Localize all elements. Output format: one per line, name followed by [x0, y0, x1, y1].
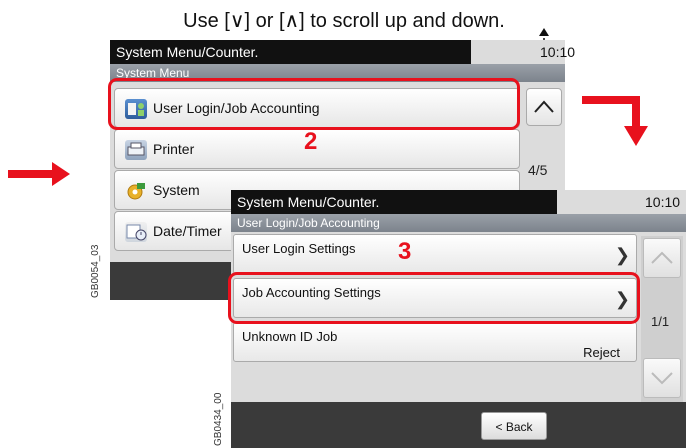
right-arrow-icon [8, 162, 70, 186]
highlight-frame-job-accounting [228, 272, 640, 324]
chevron-up-icon [651, 251, 673, 264]
scroll-up-button[interactable] [643, 238, 681, 278]
clock: 10:10 [645, 194, 681, 210]
row-label: Unknown ID Job [242, 329, 338, 344]
chevron-right-icon: ❯ [614, 245, 630, 265]
scroll-down-button[interactable] [643, 358, 681, 398]
back-button[interactable]: < Back [481, 412, 547, 440]
row-value: Reject [583, 345, 620, 360]
row-label: User Login Settings [242, 241, 356, 256]
down-right-arrow-icon [582, 96, 648, 146]
unknown-id-job-row[interactable]: Unknown ID Job Reject [233, 322, 637, 362]
screen-title: System Menu/Counter. [231, 190, 557, 214]
chevron-down-icon [651, 372, 673, 385]
bottom-bar: < Back [231, 402, 686, 448]
user-login-settings-row[interactable]: User Login Settings ❯ [233, 234, 637, 274]
figure-code: GB0434_00 [213, 392, 224, 446]
page-indicator: 1/1 [651, 314, 670, 329]
step-number-3: 3 [398, 238, 412, 265]
breadcrumb: User Login/Job Accounting [231, 214, 686, 232]
